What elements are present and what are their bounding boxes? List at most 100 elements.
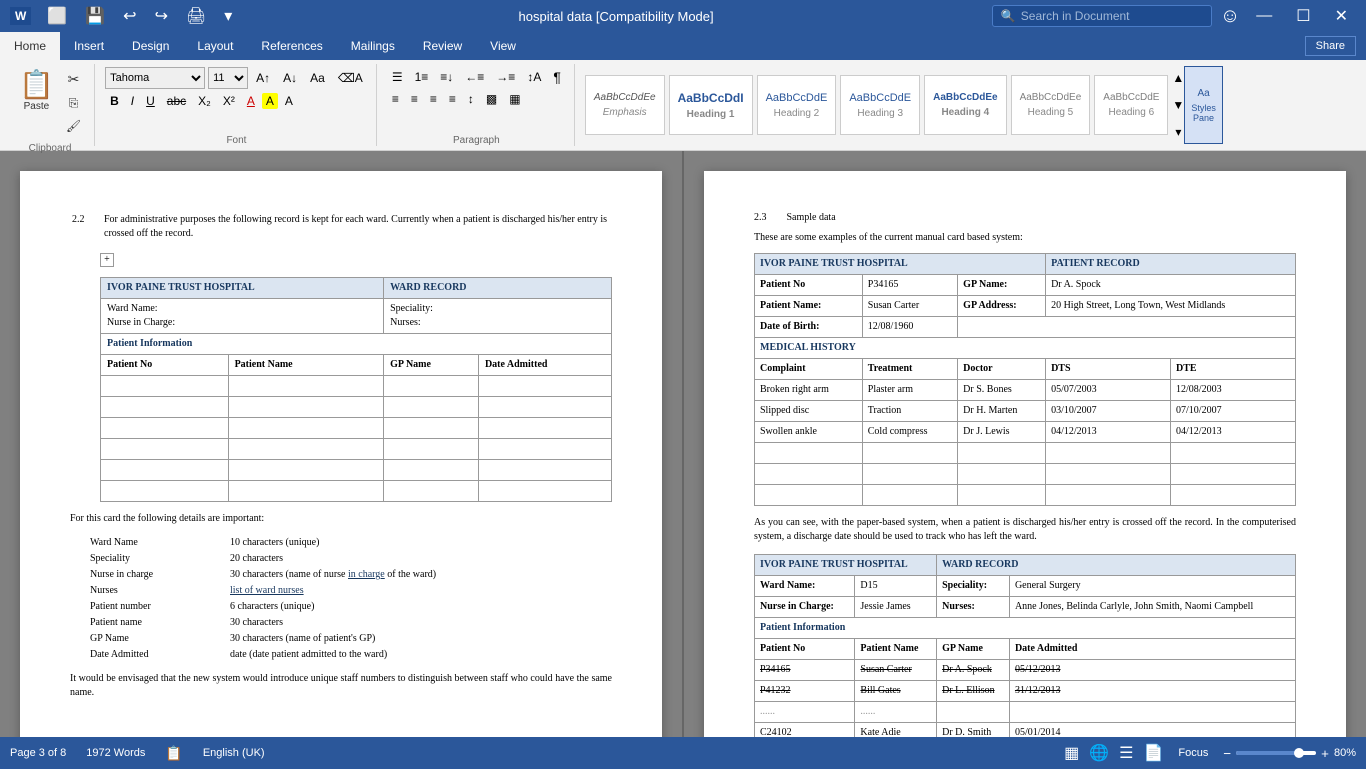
col-patient-no: Patient No [101, 355, 229, 376]
paragraph-mark-button[interactable]: ¶ [548, 67, 566, 87]
search-box[interactable]: 🔍 [992, 5, 1212, 27]
search-icon: 🔍 [1001, 9, 1016, 23]
zoom-control[interactable]: − + 80% [1223, 746, 1356, 761]
grow-font-button[interactable]: A↑ [251, 69, 275, 87]
maximize-btn[interactable]: ☐ [1288, 6, 1318, 26]
italic-button[interactable]: I [126, 92, 139, 110]
col-date-admitted: Date Admitted [478, 355, 611, 376]
wr-hospital-name: IVOR PAINE TRUST HOSPITAL [755, 555, 937, 576]
wr-ward-name-label: Ward Name: [755, 576, 855, 597]
decrease-indent-button[interactable]: ←≡ [460, 68, 489, 86]
wr-col-patient-name: Patient Name [855, 639, 937, 660]
style-heading3[interactable]: AaBbCcDdEHeading 3 [840, 75, 920, 135]
style-emphasis[interactable]: AaBbCcDdEeEmphasis [585, 75, 665, 135]
expand-button[interactable]: + [100, 253, 114, 267]
window-save[interactable]: 💾 [77, 6, 113, 26]
window-control[interactable]: ⬜ [39, 6, 75, 26]
zoom-slider[interactable] [1236, 751, 1316, 755]
bold-button[interactable]: B [105, 92, 124, 110]
window-print[interactable]: 🖨 [178, 6, 214, 26]
print-layout-btn[interactable]: ▦ [1064, 743, 1079, 763]
mh-col-doctor: Doctor [958, 359, 1046, 380]
styles-expand[interactable]: ▾ [1172, 125, 1184, 139]
outline-btn[interactable]: ☰ [1119, 743, 1133, 763]
change-case-button[interactable]: Aa [305, 69, 330, 87]
mh-row1-doctor: Dr S. Bones [958, 380, 1046, 401]
bullets-button[interactable]: ☰ [387, 68, 408, 86]
font-size-select[interactable]: 11 [208, 67, 248, 89]
tab-review[interactable]: Review [409, 32, 476, 60]
ribbon: Home Insert Design Layout References Mai… [0, 32, 1366, 151]
align-left-button[interactable]: ≡ [387, 90, 404, 108]
draft-btn[interactable]: 📄 [1143, 743, 1163, 763]
mh-col-dts: DTS [1046, 359, 1171, 380]
style-heading5[interactable]: AaBbCcDdEeHeading 5 [1011, 75, 1091, 135]
style-heading1[interactable]: AaBbCcDdIHeading 1 [669, 75, 753, 135]
pr-patient-name-label: Patient Name: [755, 296, 863, 317]
text-effects-button[interactable]: A [280, 92, 298, 110]
styles-pane-button[interactable]: Aa StylesPane [1184, 66, 1223, 144]
sort-button[interactable]: ↕A [522, 68, 546, 86]
field-patient-name: Patient name 30 characters [90, 616, 612, 630]
wr-row3-gp [937, 702, 1010, 723]
minimize-btn[interactable]: — [1248, 7, 1280, 25]
justify-button[interactable]: ≡ [444, 90, 461, 108]
pr-gp-name-label: GP Name: [958, 275, 1046, 296]
ward-name-field: Ward Name: Nurse in Charge: [101, 299, 384, 334]
tab-references[interactable]: References [247, 32, 336, 60]
web-layout-btn[interactable]: 🌐 [1089, 743, 1109, 763]
line-spacing-button[interactable]: ↕ [463, 90, 479, 108]
shading-button[interactable]: ▩ [481, 90, 502, 108]
tab-layout[interactable]: Layout [183, 32, 247, 60]
subscript-button[interactable]: X₂ [193, 92, 216, 110]
word-count-text: 1972 Words [86, 747, 145, 759]
clear-format-button[interactable]: ⌫A [333, 69, 368, 87]
close-btn[interactable]: ✕ [1327, 6, 1356, 26]
align-right-button[interactable]: ≡ [425, 90, 442, 108]
search-input[interactable] [1021, 9, 1191, 23]
tab-mailings[interactable]: Mailings [337, 32, 409, 60]
shrink-font-button[interactable]: A↓ [278, 69, 302, 87]
styles-scroll-down[interactable]: ▼ [1172, 98, 1184, 112]
share-button[interactable]: Share [1305, 36, 1356, 56]
style-heading4[interactable]: AaBbCcDdEeHeading 4 [924, 75, 1006, 135]
multilevel-button[interactable]: ≡↓ [435, 68, 458, 86]
font-name-select[interactable]: Tahoma [105, 67, 205, 89]
window-more[interactable]: ▾ [216, 6, 240, 26]
window-redo[interactable]: ↪ [147, 6, 176, 26]
borders-button[interactable]: ▦ [504, 90, 525, 108]
font-color-button[interactable]: A [242, 92, 260, 110]
tab-design[interactable]: Design [118, 32, 183, 60]
wr-col-patient-no: Patient No [755, 639, 855, 660]
window-undo[interactable]: ↩ [115, 6, 144, 26]
superscript-button[interactable]: X² [218, 92, 240, 110]
styles-scroll-up[interactable]: ▲ [1172, 71, 1184, 85]
tab-view[interactable]: View [476, 32, 530, 60]
tab-insert[interactable]: Insert [60, 32, 118, 60]
word-count[interactable]: 1972 Words [86, 747, 145, 759]
zoom-in-btn[interactable]: + [1321, 746, 1329, 761]
cut-button[interactable]: ✂ [61, 68, 86, 91]
paste-button[interactable]: 📋 Paste [14, 68, 59, 136]
right-page[interactable]: 2.3 Sample data These are some examples … [682, 151, 1366, 737]
format-painter-button[interactable]: 🖌 [61, 116, 86, 136]
track-changes-icon[interactable]: 📋 [165, 745, 182, 762]
left-page[interactable]: 2.2 For administrative purposes the foll… [0, 151, 682, 737]
zoom-out-btn[interactable]: − [1223, 746, 1231, 761]
sample-text: These are some examples of the current m… [754, 231, 1296, 245]
user-icon[interactable]: ☺ [1220, 5, 1240, 28]
increase-indent-button[interactable]: →≡ [491, 68, 520, 86]
strikethrough-button[interactable]: abc [162, 92, 191, 110]
numbering-button[interactable]: 1≡ [410, 68, 434, 86]
mh-row1-treatment: Plaster arm [862, 380, 957, 401]
copy-button[interactable]: ⎘ [61, 93, 86, 114]
tab-home[interactable]: Home [0, 32, 60, 60]
style-heading6[interactable]: AaBbCcDdEHeading 6 [1094, 75, 1168, 135]
style-heading2[interactable]: AaBbCcDdEHeading 2 [757, 75, 837, 135]
field-list: Ward Name 10 characters (unique) Special… [90, 536, 612, 662]
align-center-button[interactable]: ≡ [406, 90, 423, 108]
highlight-button[interactable]: A [262, 93, 278, 109]
language[interactable]: English (UK) [203, 747, 265, 759]
underline-button[interactable]: U [141, 92, 160, 110]
mh-col-complaint: Complaint [755, 359, 863, 380]
